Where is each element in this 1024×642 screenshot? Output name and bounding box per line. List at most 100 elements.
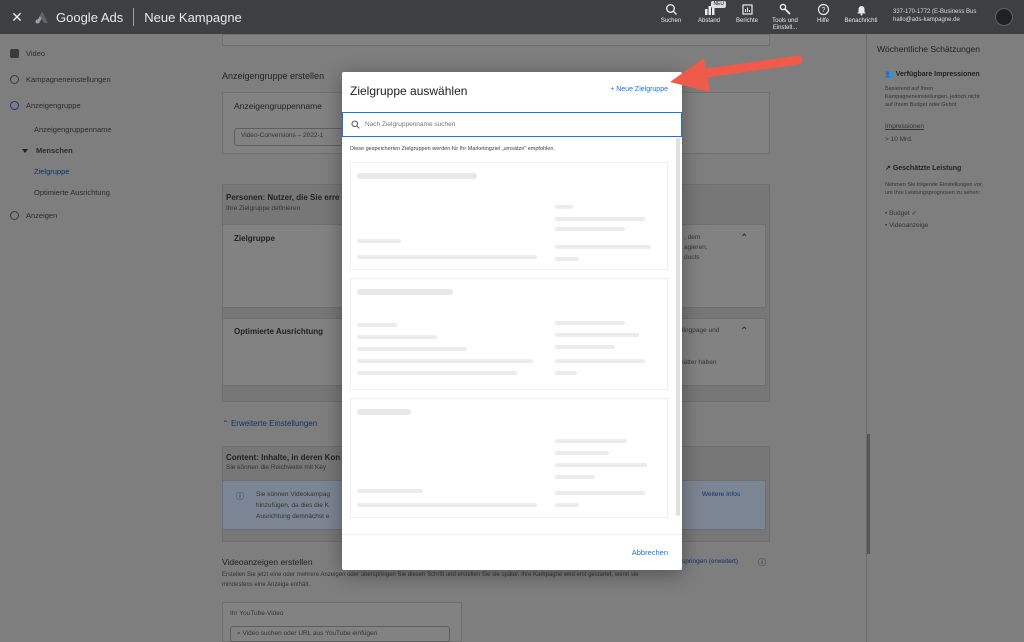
- top-bar: ✕ Google Ads Neue Kampagne Suchen NEU Ab…: [0, 0, 1024, 34]
- placeholder-line: [357, 347, 467, 351]
- info-text-3: Ausrichtung demnächst e: [256, 513, 330, 520]
- svg-text:?: ?: [821, 7, 825, 14]
- video-icon: [10, 49, 19, 58]
- info-icon: ⓘ: [236, 492, 244, 501]
- placeholder-line: [555, 491, 645, 495]
- placeholder-line: [357, 371, 517, 375]
- sidebar-item-video[interactable]: Video: [10, 49, 45, 58]
- nav-tools-label: Tools und Einstell...: [772, 18, 798, 31]
- impressions-value: > 10 Mrd.: [885, 136, 913, 143]
- help-icon[interactable]: ⓘ: [758, 557, 766, 568]
- placeholder-line: [555, 333, 639, 337]
- zielgruppe-side-text-3: ducts: [684, 254, 700, 261]
- placeholder-line: [555, 451, 609, 455]
- panel-scrollbar[interactable]: [867, 434, 870, 554]
- audience-search-box[interactable]: [342, 112, 682, 137]
- video-ads-desc-1: Erstellen Sie jetzt eine oder mehrere An…: [222, 572, 639, 578]
- performance-title-label: Geschätzte Leistung: [892, 165, 962, 172]
- nav-help[interactable]: ? Hilfe: [804, 3, 842, 32]
- advanced-settings-link[interactable]: ⌃ Erweiterte Einstellungen: [222, 419, 317, 428]
- sidebar-item-label: Kampagneneinstellungen: [26, 75, 111, 84]
- placeholder-line: [357, 489, 423, 493]
- account-id: 337-170-1772 (E-Business Bus: [893, 9, 977, 15]
- previous-card: [222, 34, 770, 46]
- youtube-search-input[interactable]: ⌕ Video suchen oder URL aus YouTube einf…: [230, 626, 450, 642]
- sidebar-item-zielgruppe[interactable]: Zielgruppe: [34, 167, 69, 176]
- zielgruppe-side-text-1: , dem: [684, 234, 701, 241]
- placeholder-line: [555, 371, 577, 375]
- sidebar-item-menschen[interactable]: Menschen: [22, 146, 73, 155]
- list-item[interactable]: [350, 278, 668, 390]
- nav-abstand[interactable]: NEU Abstand: [690, 1, 728, 32]
- list-item[interactable]: [350, 398, 668, 518]
- advanced-settings-label: Erweiterte Einstellungen: [230, 419, 318, 428]
- search-icon: [665, 4, 677, 15]
- nav-search[interactable]: Suchen: [652, 3, 690, 32]
- cancel-button[interactable]: Abbrechen: [632, 548, 668, 557]
- google-ads-logo-icon: [35, 12, 48, 24]
- performance-desc-2: um Ihre Leistungsprognosen zu sehen:: [885, 190, 981, 196]
- audience-search-input[interactable]: [365, 121, 665, 128]
- optimized-side-text-2: hätter haben: [680, 359, 717, 366]
- placeholder-line: [357, 255, 537, 259]
- people-icon: 👥: [885, 71, 896, 78]
- help-icon: ?: [817, 3, 829, 16]
- account-email: hallo@ads-kampagne.de: [893, 17, 960, 23]
- close-icon[interactable]: ✕: [0, 9, 34, 26]
- weekly-estimates-panel: Wöchentliche Schätzungen 👥 Verfügbare Im…: [866, 34, 1024, 642]
- account-info[interactable]: 337-170-1772 (E-Business Bus hallo@ads-k…: [893, 8, 991, 24]
- wrench-icon: [779, 3, 791, 15]
- placeholder-line: [357, 323, 397, 327]
- impressions-title-label: Verfügbare Impressionen: [895, 71, 980, 78]
- bell-icon: [857, 6, 865, 16]
- zielgruppe-side-text-2: agieren,: [684, 244, 708, 251]
- chevron-up-icon[interactable]: ⌃: [740, 326, 748, 337]
- audience-name-placeholder: [357, 173, 477, 179]
- list-item[interactable]: [350, 162, 668, 270]
- nav-tools[interactable]: Tools und Einstell...: [766, 3, 804, 32]
- sidebar-item-label: Anzeigen: [26, 211, 58, 220]
- top-nav: Suchen NEU Abstand Berichte Tools und Ei…: [652, 1, 880, 32]
- info-text-2: hinzufügen, da dies die K: [256, 502, 329, 509]
- zielgruppe-title: Zielgruppe: [234, 234, 275, 243]
- trend-icon: ↗: [885, 165, 893, 172]
- placeholder-line: [555, 463, 647, 467]
- search-icon: [351, 120, 360, 129]
- dialog-title: Zielgruppe auswählen: [350, 84, 468, 98]
- bullet-video-ad-label: Videoanzeige: [889, 222, 929, 229]
- adgroup-name-input[interactable]: Video-Conversions – 2022-1: [234, 128, 346, 146]
- impressions-title: 👥 Verfügbare Impressionen: [885, 70, 980, 78]
- sidebar-item-ads[interactable]: Anzeigen: [10, 211, 57, 220]
- impressions-desc-3: auf Ihrem Budget oder Gebot: [885, 102, 957, 108]
- sidebar-item-label: Zielgruppe: [34, 167, 70, 176]
- impressions-label[interactable]: Impressionen: [885, 123, 924, 130]
- performance-desc-1: Nehmen Sie folgende Einstellungen vor,: [885, 182, 983, 188]
- sidebar-item-optimized-targeting[interactable]: Optimierte Ausrichtung: [34, 188, 110, 197]
- avatar[interactable]: [995, 8, 1013, 26]
- nav-notifications[interactable]: Benachrichti: [842, 3, 880, 32]
- chevron-up-icon[interactable]: ⌃: [740, 233, 748, 244]
- placeholder-line: [357, 239, 401, 243]
- step-circle-icon: [10, 101, 19, 110]
- nav-berichte[interactable]: Berichte: [728, 3, 766, 32]
- impressions-desc-2: Kampagneneinstellungen, jedoch nicht: [885, 94, 980, 100]
- placeholder-line: [555, 503, 579, 507]
- footer-divider: [342, 534, 682, 535]
- placeholder-line: [357, 359, 533, 363]
- list-scrollbar[interactable]: [676, 138, 680, 516]
- placeholder-line: [357, 503, 537, 507]
- audience-select-dialog: Zielgruppe auswählen + Neue Zielgruppe D…: [342, 72, 682, 570]
- step-circle-icon: [10, 211, 19, 220]
- sidebar-item-adgroup-name[interactable]: Anzeigengruppenname: [34, 125, 112, 134]
- personen-sub: Ihre Zielgruppe definieren: [226, 205, 301, 212]
- sidebar-item-label: Video: [26, 49, 46, 58]
- new-audience-button[interactable]: + Neue Zielgruppe: [610, 86, 668, 93]
- personen-title: Personen: Nutzer, die Sie erre: [226, 193, 340, 202]
- sidebar-item-campaign-settings[interactable]: Kampagneneinstellungen: [10, 75, 111, 84]
- sidebar-item-adgroup[interactable]: Anzeigengruppe: [10, 101, 81, 110]
- content-title: Content: Inhalte, in deren Kon: [226, 453, 341, 462]
- campaign-title: Neue Kampagne: [144, 9, 242, 25]
- skip-advanced-link[interactable]: springen (erweitert): [682, 558, 738, 565]
- more-info-link[interactable]: Weitere Infos: [702, 491, 740, 498]
- report-icon: [741, 4, 753, 15]
